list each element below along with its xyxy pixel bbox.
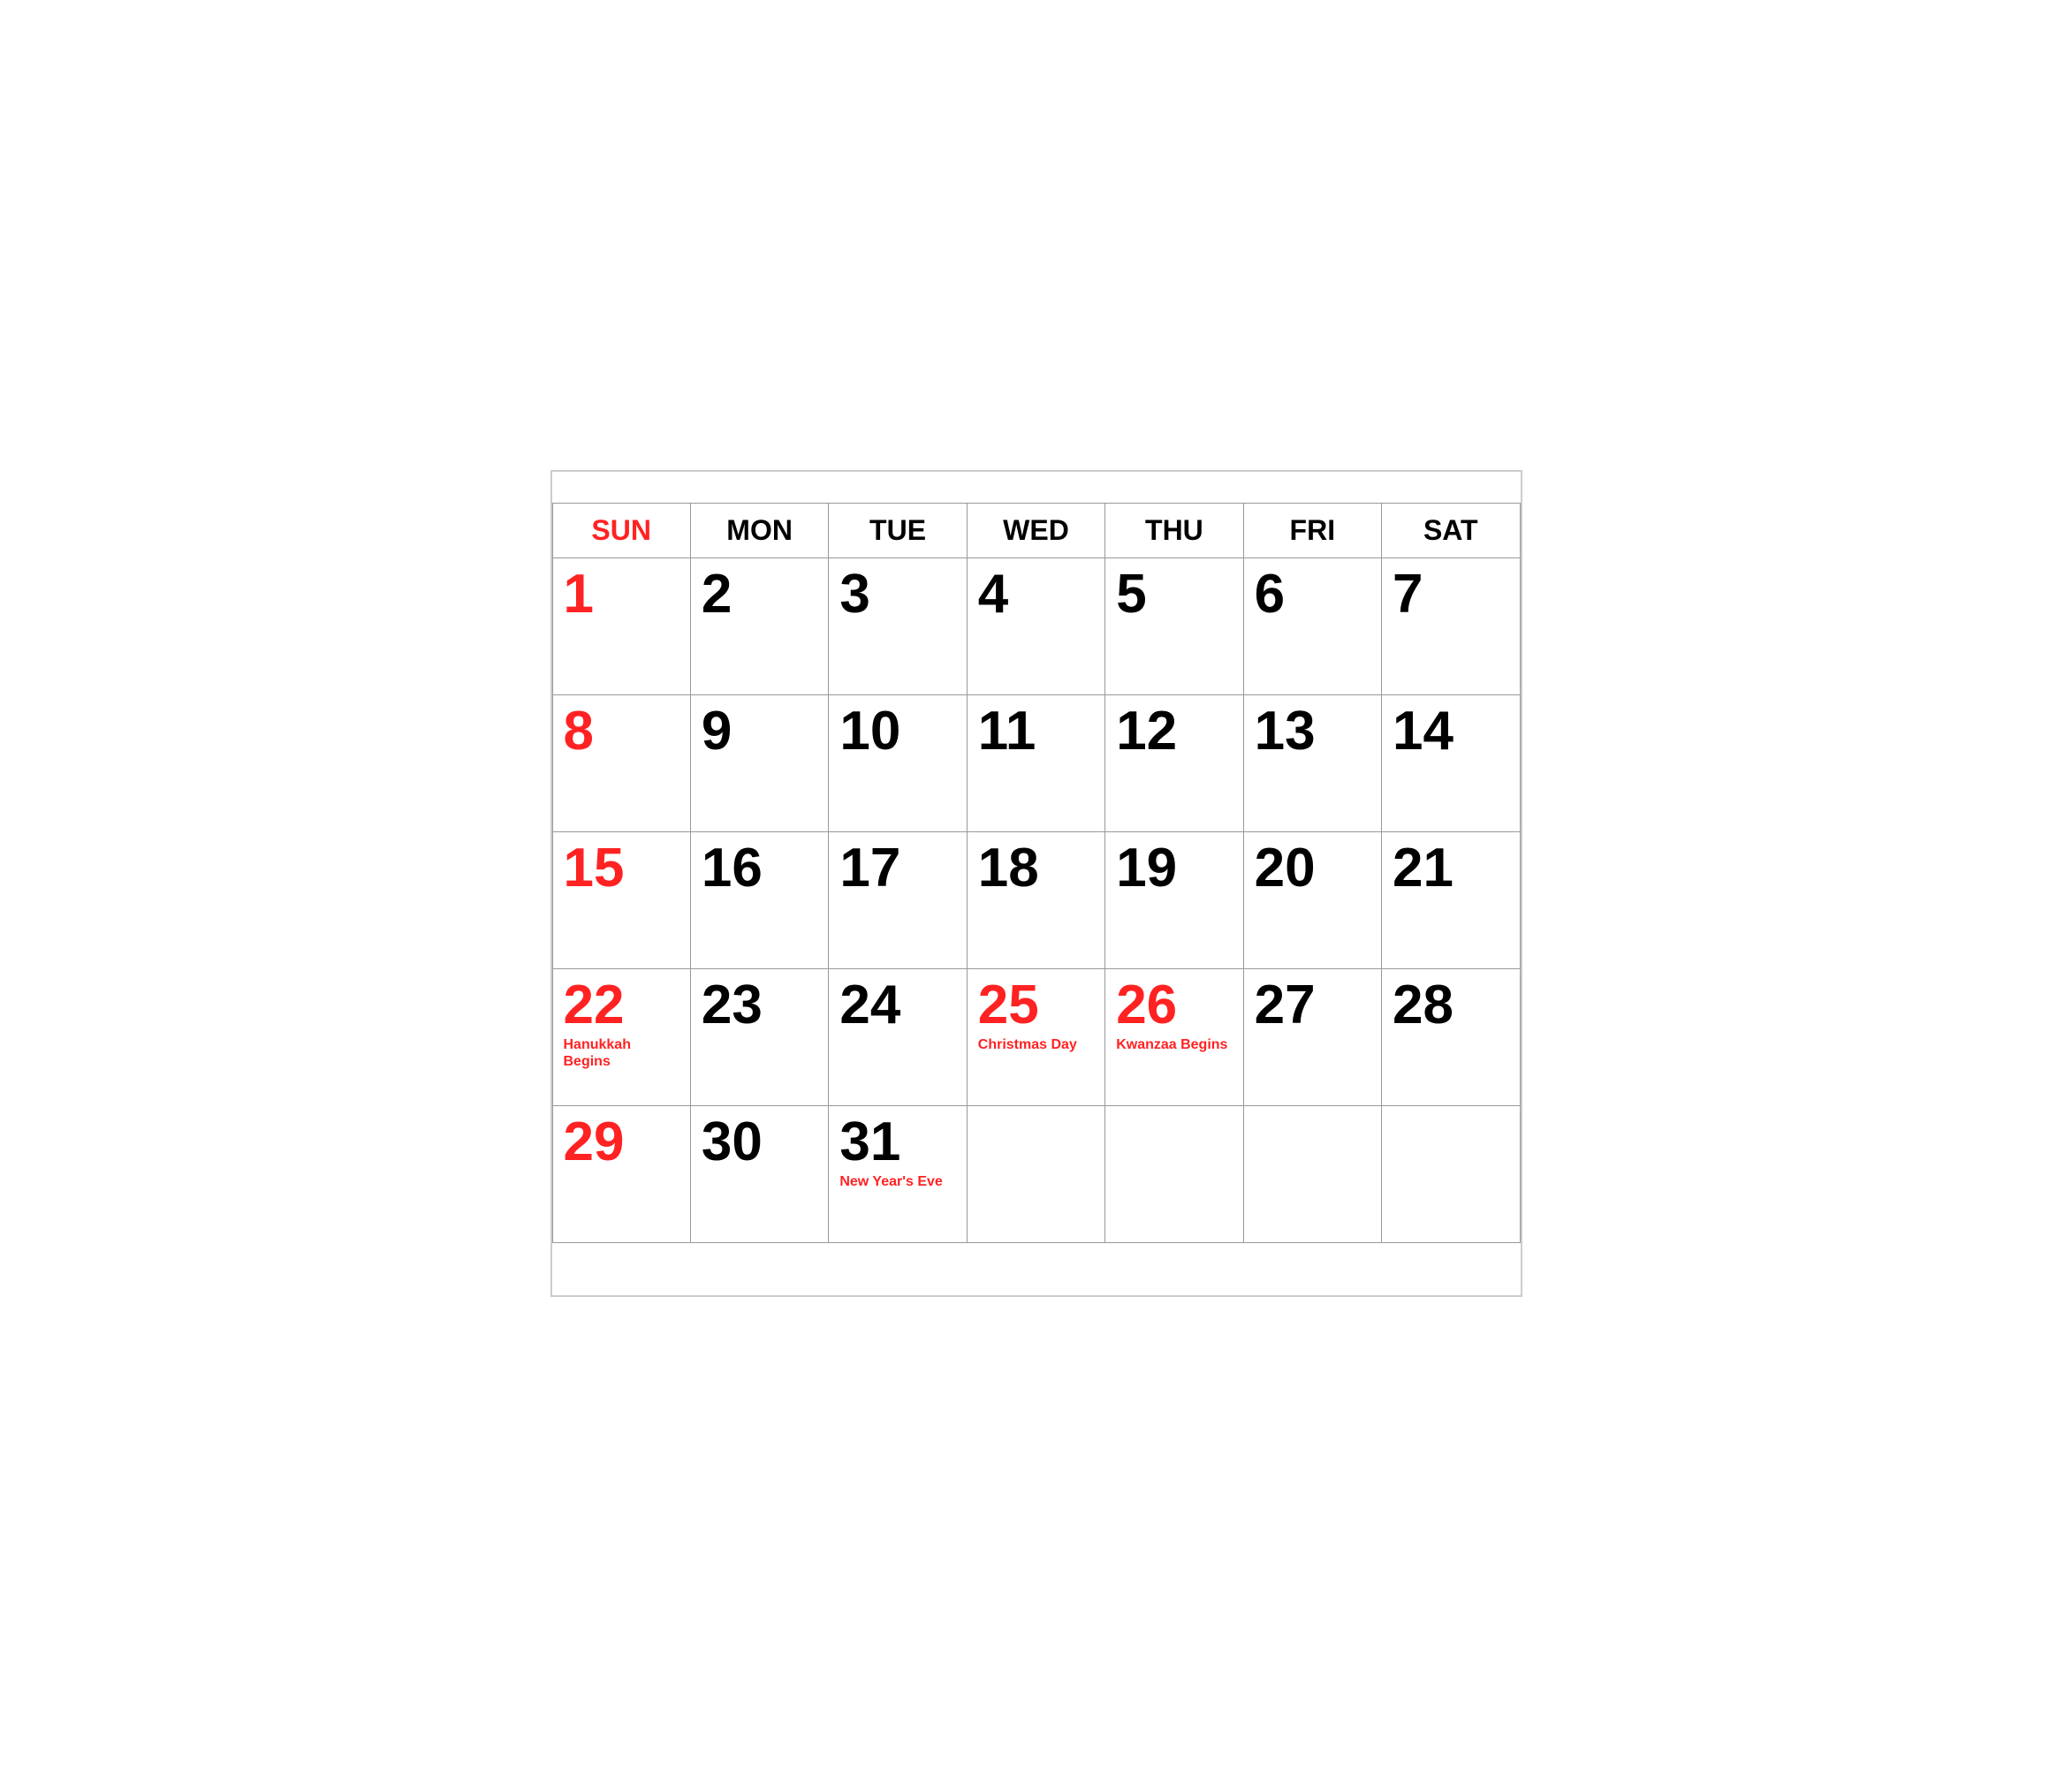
column-header-thu: THU xyxy=(1105,503,1243,557)
day-number: 6 xyxy=(1255,567,1370,622)
calendar-cell: 31 New Year's Eve xyxy=(829,1105,967,1242)
calendar-cell xyxy=(967,1105,1104,1242)
calendar-cell: 6 xyxy=(1243,557,1381,694)
calendar-cell: 2 xyxy=(690,557,828,694)
day-number: 9 xyxy=(702,704,817,759)
holiday-label: Hanukkah Begins xyxy=(564,1036,679,1070)
day-number: 14 xyxy=(1393,704,1508,759)
day-number: 3 xyxy=(839,567,955,622)
calendar-cell: 28 xyxy=(1382,968,1520,1105)
calendar-cell: 23 xyxy=(690,968,828,1105)
holiday-label: New Year's Eve xyxy=(839,1173,955,1190)
column-header-sun: SUN xyxy=(552,503,690,557)
calendar-cell: 9 xyxy=(690,694,828,831)
day-number: 13 xyxy=(1255,704,1370,759)
header-row: SUNMONTUEWEDTHUFRISAT xyxy=(552,503,1520,557)
day-number: 29 xyxy=(564,1115,679,1170)
calendar-cell: 22Hanukkah Begins xyxy=(552,968,690,1105)
calendar-cell: 21 xyxy=(1382,831,1520,968)
calendar-cell: 29 xyxy=(552,1105,690,1242)
day-number: 1 xyxy=(564,567,679,622)
day-number: 16 xyxy=(702,841,817,896)
calendar-cell xyxy=(1105,1105,1243,1242)
calendar-cell xyxy=(1243,1105,1381,1242)
calendar-cell: 13 xyxy=(1243,694,1381,831)
calendar-cell: 30 xyxy=(690,1105,828,1242)
calendar-cell: 7 xyxy=(1382,557,1520,694)
calendar-cell xyxy=(1382,1105,1520,1242)
day-number: 17 xyxy=(839,841,955,896)
holiday-label: Kwanzaa Begins xyxy=(1116,1036,1232,1053)
day-number: 22 xyxy=(564,978,679,1033)
column-header-mon: MON xyxy=(690,503,828,557)
day-number: 4 xyxy=(978,567,1094,622)
calendar-cell: 4 xyxy=(967,557,1104,694)
day-number: 11 xyxy=(978,704,1094,759)
calendar-cell: 3 xyxy=(829,557,967,694)
day-number: 26 xyxy=(1116,978,1232,1033)
day-number: 28 xyxy=(1393,978,1508,1033)
week-row-1: 1234567 xyxy=(552,557,1520,694)
calendar-cell: 15 xyxy=(552,831,690,968)
column-header-wed: WED xyxy=(967,503,1104,557)
day-number: 19 xyxy=(1116,841,1232,896)
calendar-cell: 10 xyxy=(829,694,967,831)
calendar-cell: 24 xyxy=(829,968,967,1105)
day-number: 2 xyxy=(702,567,817,622)
day-number: 8 xyxy=(564,704,679,759)
calendar-cell: 17 xyxy=(829,831,967,968)
column-header-tue: TUE xyxy=(829,503,967,557)
day-number: 27 xyxy=(1255,978,1370,1033)
week-row-3: 15 16 17 18 19 20 21 xyxy=(552,831,1520,968)
calendar-cell: 16 xyxy=(690,831,828,968)
calendar-cell: 27 xyxy=(1243,968,1381,1105)
calendar-cell: 19 xyxy=(1105,831,1243,968)
calendar-container: SUNMONTUEWEDTHUFRISAT 123456789101112131… xyxy=(550,470,1522,1298)
week-row-4: 22Hanukkah Begins232425Christmas Day26Kw… xyxy=(552,968,1520,1105)
day-number: 30 xyxy=(702,1115,817,1170)
calendar-cell: 1 xyxy=(552,557,690,694)
day-number: 20 xyxy=(1255,841,1370,896)
day-number: 31 xyxy=(839,1115,955,1170)
week-row-2: 89 10 11 12 13 14 xyxy=(552,694,1520,831)
calendar-cell: 12 xyxy=(1105,694,1243,831)
day-number: 24 xyxy=(839,978,955,1033)
calendar-cell: 14 xyxy=(1382,694,1520,831)
day-number: 10 xyxy=(839,704,955,759)
footer-row xyxy=(552,1242,1520,1295)
holiday-label: Christmas Day xyxy=(978,1036,1094,1053)
column-header-sat: SAT xyxy=(1382,503,1520,557)
calendar-grid: SUNMONTUEWEDTHUFRISAT 123456789101112131… xyxy=(552,503,1521,1296)
day-number: 25 xyxy=(978,978,1094,1033)
column-header-fri: FRI xyxy=(1243,503,1381,557)
day-number: 23 xyxy=(702,978,817,1033)
day-number: 15 xyxy=(564,841,679,896)
calendar-cell: 26 Kwanzaa Begins xyxy=(1105,968,1243,1105)
calendar-cell: 18 xyxy=(967,831,1104,968)
day-number: 7 xyxy=(1393,567,1508,622)
day-number: 5 xyxy=(1116,567,1232,622)
footer-cell xyxy=(552,1242,1520,1295)
week-row-5: 29 30 31 New Year's Eve xyxy=(552,1105,1520,1242)
calendar-cell: 25 Christmas Day xyxy=(967,968,1104,1105)
calendar-title xyxy=(552,472,1521,503)
day-number: 21 xyxy=(1393,841,1508,896)
calendar-cell: 5 xyxy=(1105,557,1243,694)
day-number: 18 xyxy=(978,841,1094,896)
calendar-cell: 20 xyxy=(1243,831,1381,968)
day-number: 12 xyxy=(1116,704,1232,759)
calendar-cell: 11 xyxy=(967,694,1104,831)
calendar-cell: 8 xyxy=(552,694,690,831)
